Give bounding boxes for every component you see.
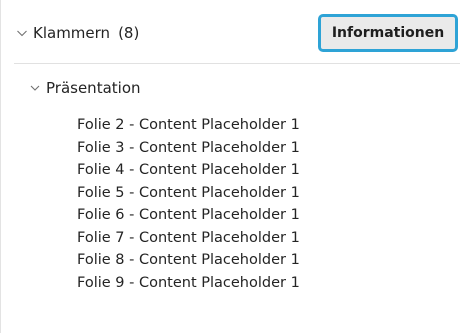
group-title: Präsentation (46, 79, 141, 97)
list-item[interactable]: Folie 3 - Content Placeholder 1 (77, 137, 300, 160)
klammern-section-toggle[interactable]: Klammern (8) (14, 22, 139, 44)
praesentation-group-toggle[interactable]: Präsentation (28, 77, 141, 99)
chevron-down-icon (28, 81, 42, 95)
list-item[interactable]: Folie 2 - Content Placeholder 1 (77, 114, 300, 137)
list-item[interactable]: Folie 9 - Content Placeholder 1 (77, 272, 300, 295)
list-item[interactable]: Folie 6 - Content Placeholder 1 (77, 204, 300, 227)
section-title: Klammern (33, 24, 111, 42)
list-item[interactable]: Folie 7 - Content Placeholder 1 (77, 227, 300, 250)
section-count: (8) (118, 24, 140, 42)
list-item[interactable]: Folie 4 - Content Placeholder 1 (77, 159, 300, 182)
list-item[interactable]: Folie 5 - Content Placeholder 1 (77, 182, 300, 205)
list-item[interactable]: Folie 8 - Content Placeholder 1 (77, 249, 300, 272)
chevron-down-icon (14, 25, 30, 41)
section-header: Klammern (8) Informationen (0, 0, 460, 64)
informationen-button[interactable]: Informationen (318, 14, 458, 52)
slide-item-list: Folie 2 - Content Placeholder 1 Folie 3 … (77, 114, 300, 294)
divider (14, 63, 460, 64)
